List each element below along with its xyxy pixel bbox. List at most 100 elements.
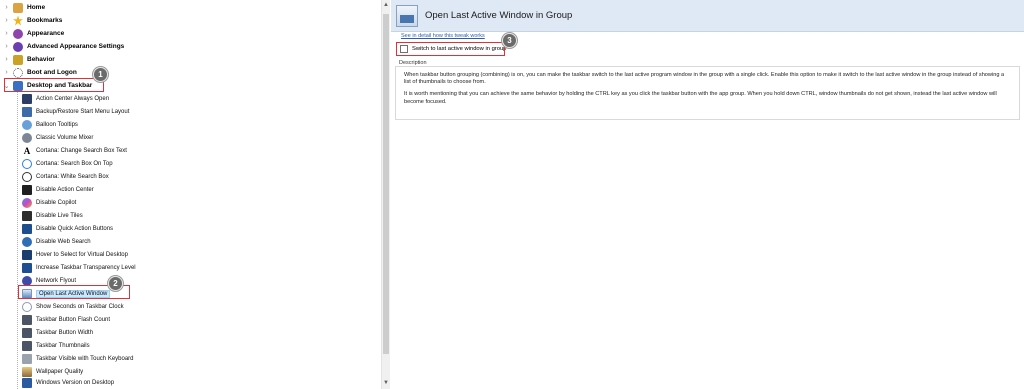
paint-palette-icon bbox=[13, 28, 23, 39]
boot-logon-icon bbox=[13, 67, 23, 78]
tree-category-label: Bookmarks bbox=[27, 17, 63, 24]
tree-item-label: Windows Version on Desktop bbox=[36, 379, 115, 386]
tree-item[interactable]: Backup/Restore Start Menu Layout bbox=[22, 105, 342, 118]
star-icon bbox=[13, 15, 23, 26]
tree-category-label: Behavior bbox=[27, 56, 55, 63]
tree-category-appearance[interactable]: › Appearance bbox=[0, 27, 380, 40]
behavior-icon bbox=[13, 54, 23, 65]
panel-header: Open Last Active Window in Group bbox=[391, 0, 1024, 32]
tree-item-label: Cortana: White Search Box bbox=[36, 173, 109, 180]
quick-action-icon bbox=[22, 223, 32, 234]
callout-badge: 2 bbox=[108, 276, 123, 291]
globe-icon bbox=[22, 236, 32, 247]
detail-link[interactable]: See in detail how this tweak works bbox=[401, 33, 485, 39]
thumbnails-icon bbox=[22, 340, 32, 351]
tree-item-label: Disable Action Center bbox=[36, 186, 94, 193]
tree-item-label: Balloon Tooltips bbox=[36, 121, 78, 128]
tree-scrollbar[interactable]: ▲ ▼ bbox=[381, 0, 390, 389]
tree-item[interactable]: Taskbar Thumbnails bbox=[22, 339, 342, 352]
tree-item-label: Disable Quick Action Buttons bbox=[36, 225, 114, 232]
paint-palette-icon bbox=[13, 41, 23, 52]
expand-arrow-icon[interactable]: › bbox=[2, 69, 11, 76]
tree-item[interactable]: Taskbar Button Flash Count bbox=[22, 313, 342, 326]
tree-category-bookmarks[interactable]: › Bookmarks bbox=[0, 14, 380, 27]
tree-item[interactable]: Disable Copilot bbox=[22, 196, 342, 209]
scroll-thumb[interactable] bbox=[383, 14, 389, 354]
expand-arrow-icon[interactable]: › bbox=[2, 30, 11, 37]
tree-category-label: Advanced Appearance Settings bbox=[27, 43, 125, 50]
taskbar-icon bbox=[22, 262, 32, 273]
virtual-desktop-icon bbox=[22, 249, 32, 260]
scroll-up-arrow-icon[interactable]: ▲ bbox=[383, 1, 389, 10]
tree-category-label: Boot and Logon bbox=[27, 69, 77, 76]
taskbar-icon bbox=[22, 327, 32, 338]
circle-icon bbox=[22, 171, 32, 182]
tree-item[interactable]: Taskbar Visible with Touch Keyboard bbox=[22, 352, 342, 365]
tree-item-label: Classic Volume Mixer bbox=[36, 134, 94, 141]
tree-item-label: Taskbar Button Flash Count bbox=[36, 316, 111, 323]
tree-guide-line bbox=[17, 91, 18, 389]
tree-item[interactable]: Action Center Always Open bbox=[22, 92, 342, 105]
callout-badge: 3 bbox=[502, 33, 517, 48]
tree-item[interactable]: Increase Taskbar Transparency Level bbox=[22, 261, 342, 274]
tree-item[interactable]: Taskbar Button Width bbox=[22, 326, 342, 339]
live-tiles-icon bbox=[22, 210, 32, 221]
tree-item[interactable]: A Cortana: Change Search Box Text bbox=[22, 144, 342, 157]
tree-item[interactable]: Balloon Tooltips bbox=[22, 118, 342, 131]
page-title: Open Last Active Window in Group bbox=[425, 10, 573, 21]
start-menu-icon bbox=[22, 106, 32, 117]
tree-item-label: Disable Web Search bbox=[36, 238, 91, 245]
tree-item[interactable]: Disable Action Center bbox=[22, 183, 342, 196]
description-box: When taskbar button grouping (combining)… bbox=[395, 66, 1020, 120]
expand-arrow-icon[interactable]: › bbox=[2, 17, 11, 24]
wallpaper-icon bbox=[22, 366, 32, 377]
clock-icon bbox=[22, 301, 32, 312]
volume-icon bbox=[22, 132, 32, 143]
tree-item[interactable]: Classic Volume Mixer bbox=[22, 131, 342, 144]
taskbar-icon bbox=[22, 314, 32, 325]
annotation-box-desktop-taskbar bbox=[4, 78, 104, 92]
tree-item-label: Taskbar Button Width bbox=[36, 329, 94, 336]
tree-item-label: Cortana: Search Box On Top bbox=[36, 160, 113, 167]
expand-arrow-icon[interactable]: › bbox=[2, 4, 11, 11]
scroll-down-arrow-icon[interactable]: ▼ bbox=[383, 379, 389, 388]
tree-item-label: Increase Taskbar Transparency Level bbox=[36, 264, 136, 271]
tree-item-label: Network Flyout bbox=[36, 277, 77, 284]
tree-item-label: Action Center Always Open bbox=[36, 95, 110, 102]
expand-arrow-icon[interactable]: › bbox=[2, 56, 11, 63]
tree-item[interactable]: Disable Live Tiles bbox=[22, 209, 342, 222]
network-icon bbox=[22, 275, 32, 286]
tree-item[interactable]: Hover to Select for Virtual Desktop bbox=[22, 248, 342, 261]
keyboard-icon bbox=[22, 353, 32, 364]
tree-item-label: Backup/Restore Start Menu Layout bbox=[36, 108, 130, 115]
action-center-icon bbox=[22, 184, 32, 195]
tree-item[interactable]: Disable Web Search bbox=[22, 235, 342, 248]
tree-item[interactable]: Windows Version on Desktop bbox=[22, 376, 342, 389]
tree-item-label: Wallpaper Quality bbox=[36, 368, 84, 375]
copilot-icon bbox=[22, 197, 32, 208]
tree-item[interactable]: Cortana: Search Box On Top bbox=[22, 157, 342, 170]
description-paragraph: It is worth mentioning that you can achi… bbox=[404, 91, 997, 105]
annotation-box-option bbox=[396, 42, 505, 56]
tree-item[interactable]: Disable Quick Action Buttons bbox=[22, 222, 342, 235]
tree-item-label: Taskbar Thumbnails bbox=[36, 342, 90, 349]
tree-item-label: Hover to Select for Virtual Desktop bbox=[36, 251, 128, 258]
tree-item-label: Cortana: Change Search Box Text bbox=[36, 147, 127, 154]
tree-item-label: Show Seconds on Taskbar Clock bbox=[36, 303, 124, 310]
windows-version-icon bbox=[22, 377, 32, 388]
tree-category-behavior[interactable]: › Behavior bbox=[0, 53, 380, 66]
letter-a-icon: A bbox=[23, 145, 31, 156]
tree-category-advanced-appearance[interactable]: › Advanced Appearance Settings bbox=[0, 40, 380, 53]
description-paragraph: When taskbar button grouping (combining)… bbox=[404, 72, 1005, 86]
action-center-icon bbox=[22, 93, 32, 104]
expand-arrow-icon[interactable]: › bbox=[2, 43, 11, 50]
tree-category-label: Home bbox=[27, 4, 46, 11]
tree-category-home[interactable]: › Home bbox=[0, 1, 380, 14]
tweak-tree[interactable]: › Home › Bookmarks › Appearance › Advanc… bbox=[0, 0, 380, 389]
tree-item[interactable]: Cortana: White Search Box bbox=[22, 170, 342, 183]
callout-badge: 1 bbox=[93, 67, 108, 82]
tree-item-label: Taskbar Visible with Touch Keyboard bbox=[36, 355, 134, 362]
tree-category-label: Appearance bbox=[27, 30, 65, 37]
balloon-icon bbox=[22, 119, 32, 130]
tree-item[interactable]: Show Seconds on Taskbar Clock bbox=[22, 300, 342, 313]
